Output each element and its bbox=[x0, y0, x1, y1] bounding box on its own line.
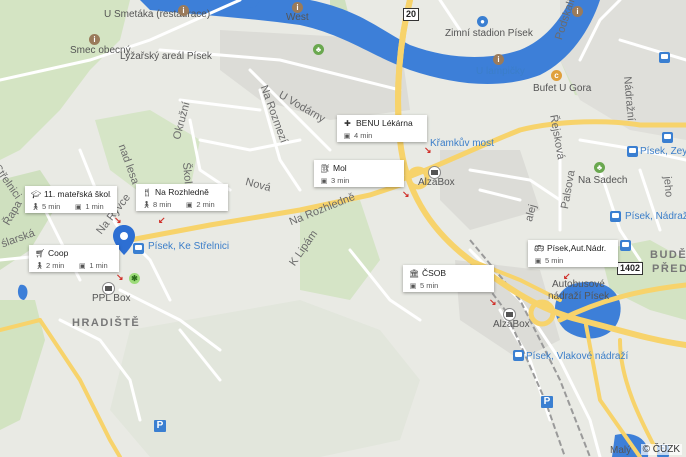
direction-arrow-icon: ↘ bbox=[402, 189, 410, 199]
poi-card-title: Na Rozhledně bbox=[155, 187, 209, 197]
pharmacy-icon: ✚ bbox=[344, 118, 351, 128]
tree-icon[interactable]: ♣ bbox=[594, 162, 605, 173]
parcel-box-icon[interactable] bbox=[503, 308, 516, 321]
bus-stop-icon[interactable] bbox=[627, 146, 638, 157]
bus-stop-icon[interactable] bbox=[662, 132, 673, 143]
poi-card-benu-lekarna[interactable]: ✚ BENU Lékárna ▣ 4 min bbox=[337, 115, 427, 142]
info-icon[interactable]: i bbox=[572, 6, 583, 17]
cafe-icon[interactable]: c bbox=[551, 70, 562, 81]
place-label-hradiste: HRADIŠTĚ bbox=[72, 317, 141, 329]
place-label-budejovicke: BUDĚJO bbox=[650, 249, 686, 261]
walk-time: 8 min bbox=[153, 200, 172, 209]
place-label-alzabox-2: AlzaBox bbox=[493, 319, 530, 330]
place-label-lyzarsky: Lyžařský areál Písek bbox=[120, 51, 212, 62]
bus-time: 5 min bbox=[545, 256, 564, 265]
road-number-shield: 20 bbox=[403, 8, 420, 21]
poi-card-na-rozhledne[interactable]: 🍴︎ Na Rozhledně 🚶︎ 8 min ▣ 2 min bbox=[136, 184, 228, 211]
poi-card-title: Mol bbox=[333, 163, 347, 173]
poi-card-title: BENU Lékárna bbox=[356, 118, 413, 128]
road-number-shield: 1402 bbox=[617, 262, 644, 275]
place-label-alzabox-1: AlzaBox bbox=[418, 177, 455, 188]
bus-stop-icon[interactable] bbox=[620, 240, 631, 251]
bus-stop-icon[interactable] bbox=[659, 52, 670, 63]
bus-stop-icon: 🚌︎ bbox=[534, 243, 545, 253]
shopping-cart-icon: 🛒︎ bbox=[35, 248, 46, 258]
place-label-ke-strelnici: Písek, Ke Střelnici bbox=[148, 241, 230, 252]
walk-icon: 🚶︎ bbox=[35, 262, 44, 270]
place-label-na-sadech: Na Sadech bbox=[578, 175, 628, 186]
place-label-autobusove: Autobusové bbox=[552, 279, 605, 290]
bus-time: 4 min bbox=[354, 131, 373, 140]
bus-time: 1 min bbox=[89, 261, 108, 270]
bus-icon: ▣ bbox=[409, 282, 417, 290]
poi-card-pisek-aut-nadr[interactable]: 🚌︎ Písek,Aut.Nádr. ▣ 5 min bbox=[528, 240, 618, 267]
map-copyright: © ČÚZK bbox=[640, 444, 682, 455]
walk-time: 5 min bbox=[42, 202, 61, 211]
playground-icon[interactable]: ✱ bbox=[129, 273, 140, 284]
bus-stop-icon[interactable] bbox=[610, 211, 621, 222]
place-label-vlakove-nadrazi: Písek, Vlakové nádraží bbox=[526, 351, 629, 362]
school-icon: 🎓︎ bbox=[31, 189, 42, 199]
restaurant-icon: 🍴︎ bbox=[142, 187, 153, 197]
info-icon[interactable]: i bbox=[493, 54, 504, 65]
bus-icon: ▣ bbox=[534, 257, 542, 265]
sport-icon[interactable]: ● bbox=[477, 16, 488, 27]
info-icon[interactable]: i bbox=[89, 34, 100, 45]
poi-card-title: Coop bbox=[48, 248, 69, 258]
poi-card-title: ČSOB bbox=[422, 268, 447, 278]
place-label-zimni-stadion: Zimní stadion Písek bbox=[445, 28, 533, 39]
parking-icon[interactable]: P bbox=[541, 396, 553, 408]
place-label-smetaka: U Smetáka (restaurace) bbox=[104, 9, 211, 20]
car-icon: ▣ bbox=[186, 201, 193, 209]
walk-icon: 🚶︎ bbox=[142, 201, 151, 209]
direction-arrow-icon: ↘ bbox=[489, 297, 497, 307]
poi-card-kindergarten[interactable]: 🎓︎ 11. mateřská škol... 🚶︎ 5 min ▣ 1 min bbox=[25, 186, 117, 213]
place-label-ppl-box: PPL Box bbox=[92, 293, 131, 304]
poi-card-title: Písek,Aut.Nádr. bbox=[547, 243, 607, 253]
bus-icon: ▣ bbox=[343, 132, 351, 140]
place-label-pisek-nadrazni: Písek, Nádražní bbox=[625, 211, 686, 222]
place-label-west: West bbox=[286, 12, 309, 23]
bank-icon: 🏛︎ bbox=[409, 268, 420, 278]
bus-time: 1 min bbox=[85, 202, 104, 211]
bus-icon: ▣ bbox=[75, 203, 82, 211]
map-view[interactable]: U Smetáka (restaurace) West Zimní stadio… bbox=[0, 0, 686, 457]
bus-time: 5 min bbox=[420, 281, 439, 290]
poi-card-csob[interactable]: 🏛︎ ČSOB ▣ 5 min bbox=[403, 265, 494, 292]
place-label-bufet: Bufet U Gora bbox=[533, 83, 592, 94]
gas-station-icon: ⛽︎ bbox=[320, 163, 331, 173]
walk-time: 2 min bbox=[46, 261, 65, 270]
parking-icon[interactable]: P bbox=[154, 420, 166, 432]
poi-card-mol[interactable]: ⛽︎ Mol ▣ 3 min bbox=[314, 160, 404, 187]
bus-time: 3 min bbox=[331, 176, 350, 185]
direction-arrow-icon: ↘ bbox=[424, 145, 432, 155]
poi-card-title: 11. mateřská škol... bbox=[44, 189, 111, 199]
walk-icon: 🚶︎ bbox=[31, 203, 40, 211]
street-label-jeho: jeho bbox=[661, 175, 675, 198]
direction-arrow-icon: ↙ bbox=[158, 215, 166, 225]
train-station-icon[interactable] bbox=[513, 350, 524, 361]
place-label-predm: PŘEDM bbox=[652, 263, 686, 275]
bus-icon: ▣ bbox=[79, 262, 86, 270]
landmark-icon[interactable]: i bbox=[292, 2, 303, 13]
poi-card-coop[interactable]: 🛒︎ Coop 🚶︎ 2 min ▣ 1 min bbox=[29, 245, 119, 272]
tree-icon[interactable]: ♣ bbox=[313, 44, 324, 55]
place-label-pisek-zeyer: Písek, Zeyer bbox=[640, 146, 686, 157]
parcel-box-icon[interactable] bbox=[102, 282, 115, 295]
bus-icon: ▣ bbox=[320, 177, 328, 185]
info-icon[interactable]: i bbox=[178, 5, 189, 16]
place-label-kramkuv-most: Křamkův most bbox=[430, 138, 494, 149]
place-label-u-lampicky: U lampičky bbox=[476, 66, 525, 77]
place-label-maly: Malý bbox=[610, 445, 632, 456]
direction-arrow-icon: ↘ bbox=[116, 272, 124, 282]
parcel-box-icon[interactable] bbox=[428, 166, 441, 179]
place-label-nadrazi-pisek: nádraží Písek bbox=[548, 291, 610, 302]
bus-time: 2 min bbox=[196, 200, 215, 209]
direction-arrow-icon: ↙ bbox=[563, 271, 571, 281]
